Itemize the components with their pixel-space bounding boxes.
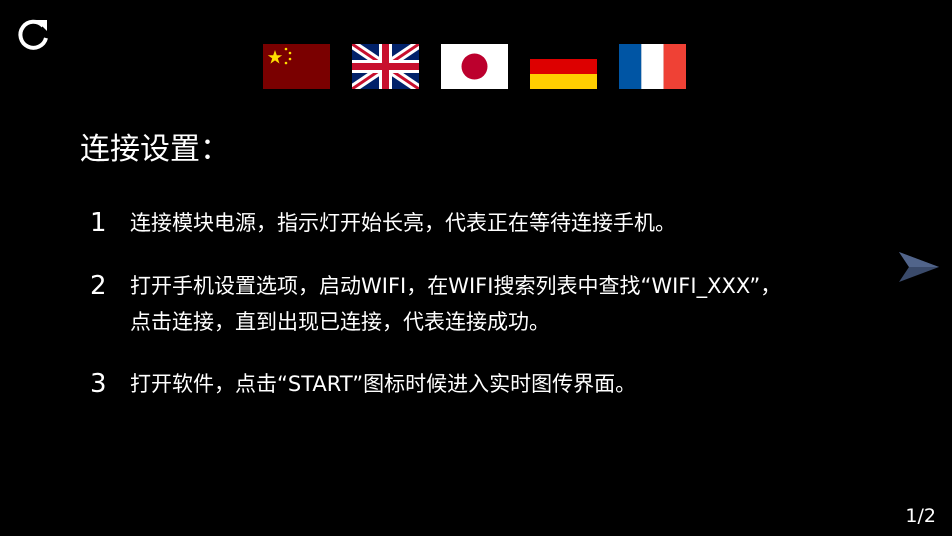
language-selector: [263, 44, 686, 89]
step-number: 3: [90, 369, 107, 399]
page-indicator: 1/2: [905, 505, 936, 527]
japan-flag-icon: [441, 44, 508, 89]
next-page-button[interactable]: [897, 250, 941, 284]
flag-japan[interactable]: [441, 44, 508, 89]
step-number: 1: [90, 208, 107, 238]
step-text: 打开手机设置选项，启动WIFI，在WIFI搜索列表中查找“WIFI_XXX”， …: [130, 268, 781, 340]
refresh-button[interactable]: [14, 16, 52, 54]
instruction-step: 1 连接模块电源，指示灯开始长亮，代表正在等待连接手机。: [90, 205, 676, 241]
chinese-flag-icon: [263, 44, 330, 89]
flag-france[interactable]: [619, 44, 686, 89]
france-flag-icon: [619, 44, 686, 89]
page-title: 连接设置：: [80, 132, 230, 167]
instruction-step: 3 打开软件，点击“START”图标时候进入实时图传界面。: [90, 366, 636, 402]
flag-germany[interactable]: [530, 44, 597, 89]
flag-chinese[interactable]: [263, 44, 330, 89]
uk-flag-icon: [352, 44, 419, 89]
step-text-line: 点击连接，直到出现已连接，代表连接成功。: [130, 310, 550, 334]
flag-uk[interactable]: [352, 44, 419, 89]
refresh-icon: [18, 19, 48, 50]
germany-flag-icon: [530, 44, 597, 89]
step-text-line: 打开软件，点击“START”图标时候进入实时图传界面。: [130, 372, 637, 396]
instruction-step: 2 打开手机设置选项，启动WIFI，在WIFI搜索列表中查找“WIFI_XXX”…: [90, 268, 781, 340]
step-text: 连接模块电源，指示灯开始长亮，代表正在等待连接手机。: [130, 205, 676, 241]
step-text-line: 打开手机设置选项，启动WIFI，在WIFI搜索列表中查找“WIFI_XXX”，: [130, 274, 782, 298]
step-text-line: 连接模块电源，指示灯开始长亮，代表正在等待连接手机。: [130, 211, 676, 235]
step-text: 打开软件，点击“START”图标时候进入实时图传界面。: [130, 366, 636, 402]
step-number: 2: [90, 271, 107, 301]
arrow-right-icon: [899, 252, 939, 282]
